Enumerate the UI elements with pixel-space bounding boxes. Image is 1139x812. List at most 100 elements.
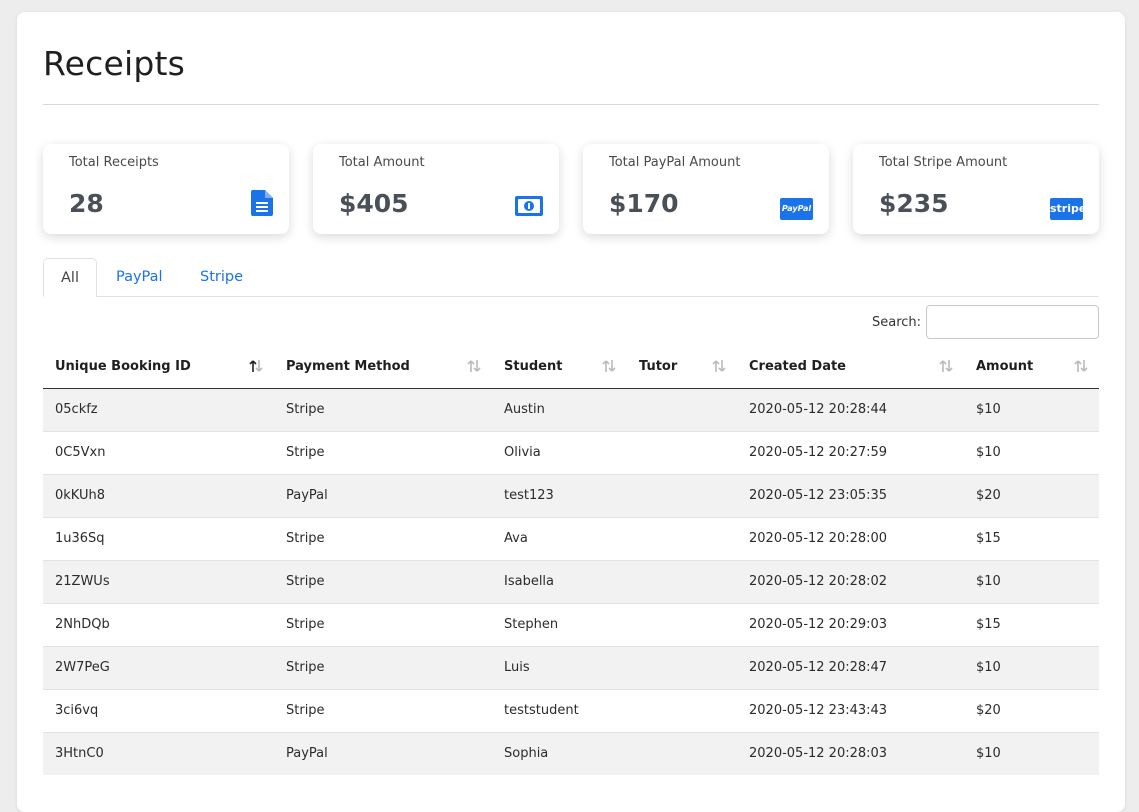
tab-all[interactable]: All [43,258,97,297]
sort-icon[interactable] [601,359,617,377]
card-total-amount: Total Amount $405 [313,144,559,234]
cell-student: Olivia [492,430,627,474]
cell-payment-method: Stripe [274,559,492,603]
cell-payment-method: Stripe [274,430,492,474]
cell-student: Ava [492,516,627,560]
cell-booking-id: 2NhDQb [43,602,274,646]
cell-created-date: 2020-05-12 20:29:03 [737,602,964,646]
cell-booking-id: 2W7PeG [43,645,274,689]
sort-icon[interactable] [466,359,482,377]
cell-amount: $10 [964,430,1099,474]
cell-payment-method: Stripe [274,602,492,646]
cell-amount: $15 [964,516,1099,560]
receipts-table: Unique Booking ID Payment Method Student… [43,346,1099,775]
table-row[interactable]: 2W7PeG Stripe Luis 2020-05-12 20:28:47 $10 [43,645,1099,689]
money-icon [515,196,543,220]
cell-payment-method: PayPal [274,473,492,517]
stripe-icon-text: stripe [1050,202,1087,215]
title-divider [43,104,1099,105]
column-header-amount[interactable]: Amount [964,346,1099,389]
card-label: Total Stripe Amount [879,155,1008,170]
tab-paypal[interactable]: PayPal [98,258,181,297]
table-row[interactable]: 05ckfz Stripe Austin 2020-05-12 20:28:44 $10 [43,387,1099,431]
cell-amount: $15 [964,602,1099,646]
sort-icon[interactable] [711,359,727,377]
column-header-payment-method[interactable]: Payment Method [274,346,492,389]
card-value: $235 [879,189,949,218]
cell-student: Luis [492,645,627,689]
column-header-label: Unique Booking ID [55,359,191,375]
cell-tutor [627,559,737,603]
cell-created-date: 2020-05-12 20:28:44 [737,387,964,431]
cell-student: Stephen [492,602,627,646]
table-row[interactable]: 0C5Vxn Stripe Olivia 2020-05-12 20:27:59 $10 [43,430,1099,474]
search-input[interactable] [926,305,1099,339]
table-row[interactable]: 1u36Sq Stripe Ava 2020-05-12 20:28:00 $15 [43,516,1099,560]
table-body: 05ckfz Stripe Austin 2020-05-12 20:28:44 $10… [43,387,1099,775]
column-header-label: Created Date [749,359,846,375]
cell-student: teststudent [492,688,627,732]
paypal-icon-text: PayPal [781,204,812,213]
cell-created-date: 2020-05-12 20:28:00 [737,516,964,560]
column-header-label: Amount [976,359,1034,375]
cell-amount: $10 [964,559,1099,603]
cell-amount: $10 [964,645,1099,689]
cell-tutor [627,688,737,732]
column-header-tutor[interactable]: Tutor [627,346,737,389]
cell-tutor [627,430,737,474]
sort-icon[interactable] [938,359,954,377]
sort-ascending-icon[interactable] [248,359,264,377]
receipts-panel: Receipts Total Receipts 28 Total Amount … [17,12,1125,812]
cell-booking-id: 3HtnC0 [43,731,274,775]
column-header-created-date[interactable]: Created Date [737,346,964,389]
cell-booking-id: 3ci6vq [43,688,274,732]
table-row[interactable]: 0kKUh8 PayPal test123 2020-05-12 23:05:35 $2… [43,473,1099,517]
table-row[interactable]: 3HtnC0 PayPal Sophia 2020-05-12 20:28:03 $10 [43,731,1099,775]
cell-tutor [627,645,737,689]
cell-created-date: 2020-05-12 20:28:02 [737,559,964,603]
card-total-stripe: Total Stripe Amount $235 stripe [853,144,1099,234]
cell-created-date: 2020-05-12 23:43:43 [737,688,964,732]
cell-amount: $20 [964,473,1099,517]
cell-student: Austin [492,387,627,431]
page-title: Receipts [43,44,186,83]
card-total-paypal: Total PayPal Amount $170 PayPal [583,144,829,234]
cell-booking-id: 1u36Sq [43,516,274,560]
cell-booking-id: 0kKUh8 [43,473,274,517]
sort-icon[interactable] [1073,359,1089,377]
cell-created-date: 2020-05-12 20:28:47 [737,645,964,689]
table-row[interactable]: 21ZWUs Stripe Isabella 2020-05-12 20:28:02 $… [43,559,1099,603]
cell-tutor [627,516,737,560]
cell-amount: $10 [964,731,1099,775]
table-header-row: Unique Booking ID Payment Method Student… [43,346,1099,389]
cell-payment-method: PayPal [274,731,492,775]
cell-created-date: 2020-05-12 20:27:59 [737,430,964,474]
cell-booking-id: 05ckfz [43,387,274,431]
table-row[interactable]: 2NhDQb Stripe Stephen 2020-05-12 20:29:03 $1… [43,602,1099,646]
column-header-booking-id[interactable]: Unique Booking ID [43,346,274,389]
cell-created-date: 2020-05-12 20:28:03 [737,731,964,775]
card-label: Total PayPal Amount [609,155,741,170]
column-header-label: Student [504,359,563,375]
tab-stripe[interactable]: Stripe [182,258,261,297]
cell-created-date: 2020-05-12 23:05:35 [737,473,964,517]
cell-payment-method: Stripe [274,516,492,560]
cell-tutor [627,473,737,517]
stripe-icon: stripe [1050,198,1087,220]
card-label: Total Amount [339,155,425,170]
payment-tabs: All PayPal Stripe [43,258,1099,297]
cell-booking-id: 0C5Vxn [43,430,274,474]
paypal-icon: PayPal [780,198,813,220]
cell-tutor [627,602,737,646]
cell-booking-id: 21ZWUs [43,559,274,603]
cell-student: Sophia [492,731,627,775]
cell-payment-method: Stripe [274,645,492,689]
cell-tutor [627,731,737,775]
card-total-receipts: Total Receipts 28 [43,144,289,234]
cell-amount: $10 [964,387,1099,431]
column-header-student[interactable]: Student [492,346,627,389]
card-value: $170 [609,189,679,218]
document-icon [251,190,273,220]
table-row[interactable]: 3ci6vq Stripe teststudent 2020-05-12 23:43:… [43,688,1099,732]
cell-amount: $20 [964,688,1099,732]
